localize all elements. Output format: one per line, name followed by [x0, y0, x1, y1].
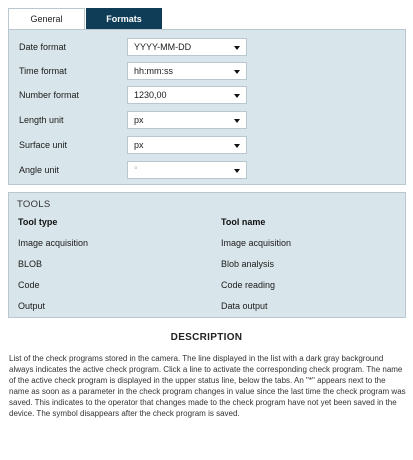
- length-unit-label: Length unit: [19, 115, 64, 125]
- tool-type-cell: BLOB: [18, 259, 43, 269]
- tool-name-cell: Data output: [221, 301, 268, 311]
- tool-type-cell: Output: [18, 301, 46, 311]
- format-row-angle: Angle unit °: [9, 161, 405, 181]
- format-row-time: Time format hh:mm:ss: [9, 62, 405, 82]
- time-format-label: Time format: [19, 66, 67, 76]
- date-format-label: Date format: [19, 42, 67, 52]
- length-unit-select[interactable]: px: [127, 111, 247, 129]
- table-row[interactable]: Code Code reading: [10, 276, 406, 296]
- surface-unit-select[interactable]: px: [127, 136, 247, 154]
- surface-unit-label: Surface unit: [19, 140, 68, 150]
- chevron-down-icon: [234, 46, 240, 50]
- angle-unit-select[interactable]: °: [127, 161, 247, 179]
- tab-general[interactable]: General: [8, 8, 85, 29]
- tool-name-cell: Image acquisition: [221, 238, 292, 248]
- table-row[interactable]: BLOB Blob analysis: [10, 255, 406, 275]
- chevron-down-icon: [234, 169, 240, 173]
- description-text: List of the check programs stored in the…: [9, 354, 406, 418]
- tools-title: TOOLS: [17, 199, 51, 210]
- tools-header-row: Tool type Tool name: [10, 213, 406, 233]
- date-format-select[interactable]: YYYY-MM-DD: [127, 38, 247, 56]
- tool-name-cell: Blob analysis: [221, 259, 275, 269]
- number-format-label: Number format: [19, 90, 80, 100]
- format-row-surface: Surface unit px: [9, 136, 405, 156]
- date-format-value: YYYY-MM-DD: [134, 42, 192, 52]
- tool-type-cell: Code: [18, 280, 40, 290]
- table-row[interactable]: Image acquisition Image acquisition: [10, 234, 406, 254]
- tools-panel: TOOLS Tool type Tool name Image acquisit…: [8, 192, 406, 318]
- length-unit-value: px: [134, 115, 144, 125]
- format-row-length: Length unit px: [9, 111, 405, 131]
- time-format-select[interactable]: hh:mm:ss: [127, 62, 247, 80]
- description-title: DESCRIPTION: [170, 332, 243, 343]
- chevron-down-icon: [234, 94, 240, 98]
- angle-unit-label: Angle unit: [19, 165, 60, 175]
- chevron-down-icon: [234, 119, 240, 123]
- formats-panel: Date format YYYY-MM-DD Time format hh:mm…: [8, 29, 406, 185]
- tool-name-header: Tool name: [221, 217, 266, 227]
- tool-type-header: Tool type: [18, 217, 58, 227]
- tab-formats[interactable]: Formats: [86, 8, 162, 29]
- format-row-number: Number format 1230,00: [9, 86, 405, 106]
- time-format-value: hh:mm:ss: [134, 66, 174, 76]
- angle-unit-value: °: [134, 165, 138, 175]
- tool-name-cell: Code reading: [221, 280, 276, 290]
- number-format-value: 1230,00: [134, 90, 167, 100]
- tab-bar: General Formats: [8, 8, 162, 29]
- chevron-down-icon: [234, 70, 240, 74]
- surface-unit-value: px: [134, 140, 144, 150]
- table-row[interactable]: Output Data output: [10, 297, 406, 317]
- number-format-select[interactable]: 1230,00: [127, 86, 247, 104]
- tool-type-cell: Image acquisition: [18, 238, 89, 248]
- chevron-down-icon: [234, 144, 240, 148]
- format-row-date: Date format YYYY-MM-DD: [9, 38, 405, 58]
